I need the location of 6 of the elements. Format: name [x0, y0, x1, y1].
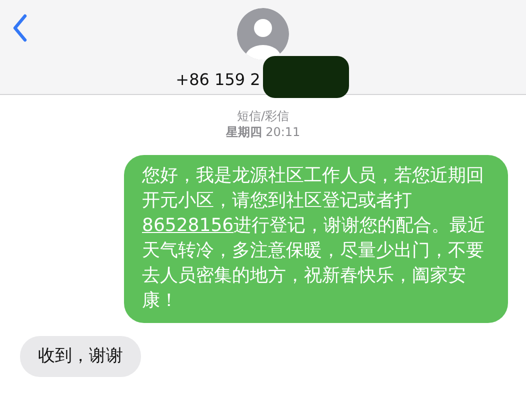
back-icon[interactable] — [12, 14, 28, 42]
message-type-label: 短信/彩信 — [236, 108, 290, 124]
received-message-bubble: 收到，谢谢 — [20, 336, 141, 377]
contact-number[interactable]: +86 159 2 — [176, 70, 260, 89]
timestamp: 星期四 20:11 — [224, 124, 302, 140]
sent-message-bubble: 您好，我是龙源社区工作人员，若您近期回开元小区，请您到社区登记或者打 86528156进行登记，谢谢您的配合。最近天气转冷，多注意保暖，尽量少出门，不要去人员密集的地方，祝新春快乐，阖家安康！ — [124, 155, 508, 323]
